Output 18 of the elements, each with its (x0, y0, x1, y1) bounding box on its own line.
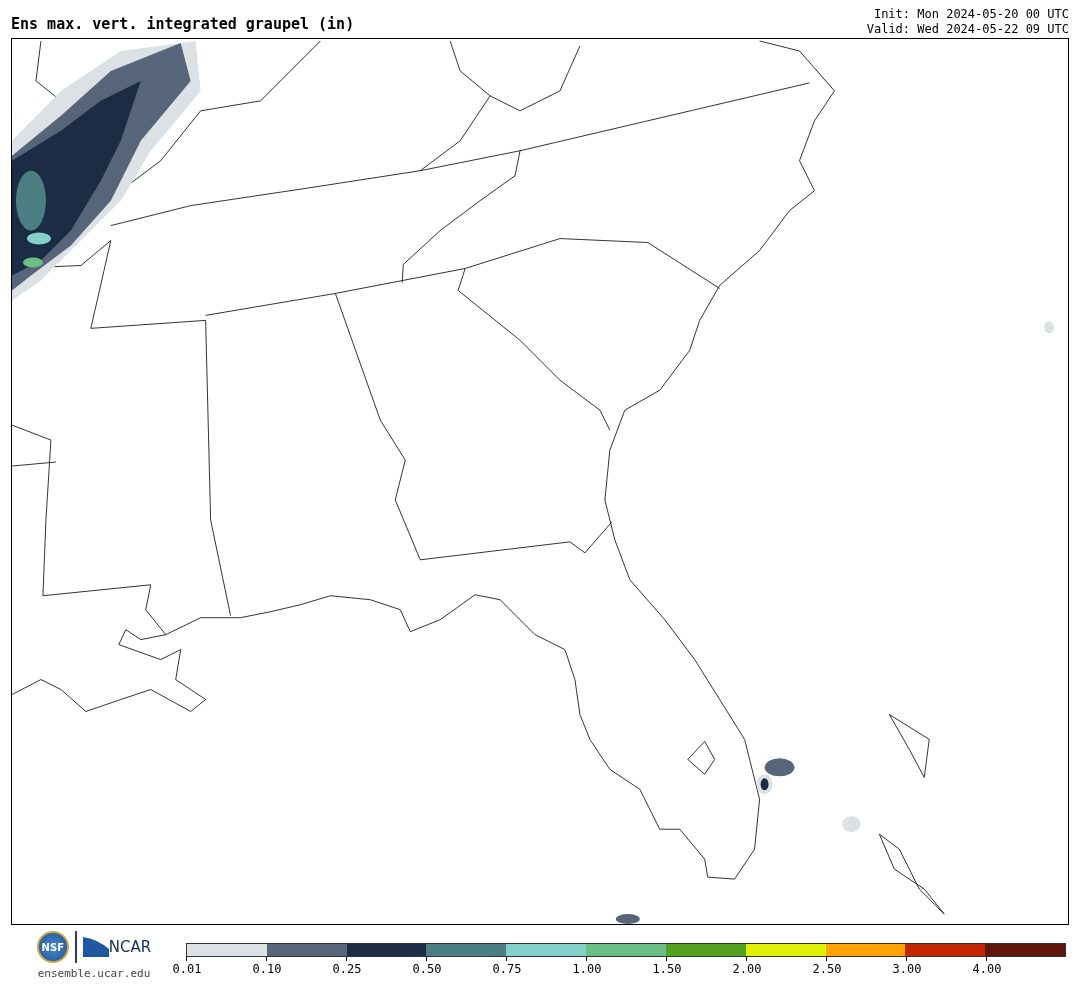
nsf-logo: NSF (36, 931, 69, 963)
legend-label: 1.50 (652, 962, 682, 976)
legend-label: 0.01 (172, 962, 202, 976)
site-url: ensemble.ucar.edu (37, 967, 151, 980)
legend-label: 1.00 (572, 962, 602, 976)
legend-label: 2.00 (732, 962, 762, 976)
legend-label: 0.10 (252, 962, 282, 976)
legend-label: 0.75 (492, 962, 522, 976)
legend-label: 2.50 (812, 962, 842, 976)
init-time: Init: Mon 2024-05-20 00 UTC (872, 7, 1069, 22)
ncar-logo: NCAR (108, 938, 152, 956)
swoosh-icon (82, 937, 109, 957)
valid-time: Valid: Wed 2024-05-22 09 UTC (866, 22, 1069, 37)
legend-label: 3.00 (892, 962, 922, 976)
map-title: Ens max. vert. integrated graupel (in) (11, 15, 355, 35)
legend-label: 4.00 (972, 962, 1002, 976)
legend-label: 0.25 (332, 962, 362, 976)
legend-label: 0.50 (412, 962, 442, 976)
